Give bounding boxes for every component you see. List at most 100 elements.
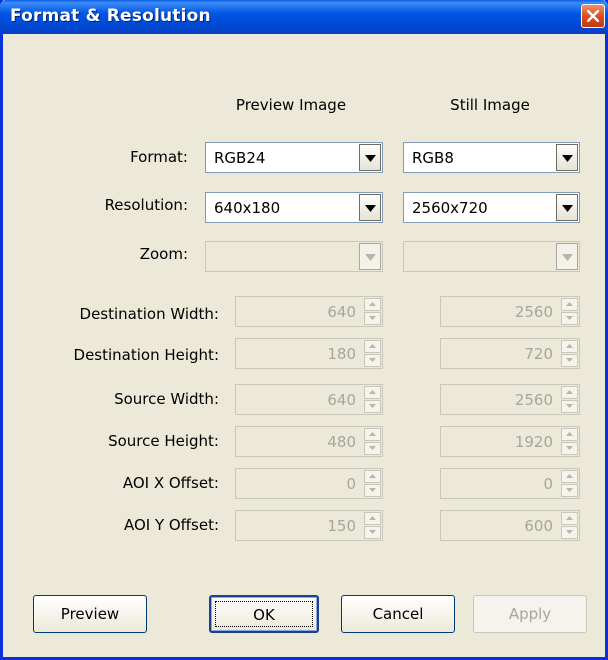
spin-down-button: [364, 312, 381, 325]
preview-source-height-spinner: 480: [235, 426, 383, 457]
spin-down-button: [561, 312, 578, 325]
spin-up-icon: [369, 432, 376, 436]
spin-up-button: [364, 386, 381, 399]
cancel-button[interactable]: Cancel: [341, 595, 455, 633]
chevron-down-icon: [562, 155, 573, 162]
title-bar[interactable]: Format & Resolution: [0, 0, 608, 34]
spin-down-button: [561, 484, 578, 497]
preview-button[interactable]: Preview: [33, 595, 147, 633]
source-width-label: Source Width:: [114, 390, 219, 408]
still-resolution-value: 2560x720: [412, 199, 488, 217]
resolution-label: Resolution:: [104, 196, 188, 214]
close-button[interactable]: [581, 4, 605, 28]
spin-down-button: [561, 354, 578, 367]
chevron-down-icon: [562, 205, 573, 212]
spin-up-icon: [369, 302, 376, 306]
spin-up-icon: [566, 474, 573, 478]
preview-destination-height-spinner: 180: [235, 338, 383, 369]
aoi-x-offset-label: AOI X Offset:: [122, 474, 219, 492]
spinner-value: 1920: [514, 433, 553, 451]
still-image-header: Still Image: [450, 96, 530, 114]
spin-up-icon: [566, 432, 573, 436]
spin-down-icon: [566, 446, 573, 450]
spinner-value: 480: [327, 433, 356, 451]
spin-down-icon: [566, 316, 573, 320]
spin-up-icon: [566, 516, 573, 520]
spinner-value: 0: [346, 475, 356, 493]
spin-up-icon: [566, 344, 573, 348]
spin-down-icon: [566, 358, 573, 362]
destination-width-label: Destination Width:: [79, 305, 219, 323]
close-icon: [587, 10, 599, 22]
spin-up-button: [561, 512, 578, 525]
spin-down-button: [364, 400, 381, 413]
chevron-down-icon: [365, 205, 376, 212]
still-aoi-y-offset-spinner: 600: [440, 510, 580, 541]
spin-up-button: [561, 470, 578, 483]
spin-up-button: [364, 470, 381, 483]
still-zoom-dropdown-button: [556, 243, 578, 270]
spin-up-button: [561, 298, 578, 311]
spin-down-icon: [369, 488, 376, 492]
spin-down-icon: [369, 316, 376, 320]
spin-up-icon: [369, 474, 376, 478]
preview-aoi-x-offset-spinner: 0: [235, 468, 383, 499]
still-format-select[interactable]: RGB8: [403, 142, 580, 173]
spin-down-button: [364, 354, 381, 367]
spin-up-icon: [369, 516, 376, 520]
spin-up-button: [364, 512, 381, 525]
spin-down-icon: [566, 530, 573, 534]
spin-up-icon: [369, 344, 376, 348]
chevron-down-icon: [365, 155, 376, 162]
still-destination-height-spinner: 720: [440, 338, 580, 369]
spinner-value: 0: [543, 475, 553, 493]
spinner-value: 150: [327, 517, 356, 535]
spin-down-button: [561, 442, 578, 455]
spinner-value: 180: [327, 345, 356, 363]
aoi-y-offset-label: AOI Y Offset:: [123, 516, 219, 534]
still-source-height-spinner: 1920: [440, 426, 580, 457]
preview-resolution-select[interactable]: 640x180: [205, 192, 383, 223]
spin-up-button: [364, 340, 381, 353]
still-resolution-dropdown-button[interactable]: [556, 194, 578, 221]
spin-down-button: [364, 484, 381, 497]
source-height-label: Source Height:: [108, 432, 219, 450]
still-zoom-select: [403, 241, 580, 272]
preview-zoom-select: [205, 241, 383, 272]
zoom-label: Zoom:: [139, 245, 188, 263]
spin-down-button: [364, 442, 381, 455]
preview-format-dropdown-button[interactable]: [359, 144, 381, 171]
preview-zoom-dropdown-button: [359, 243, 381, 270]
spin-down-icon: [566, 488, 573, 492]
ok-button[interactable]: OK: [209, 595, 319, 633]
spin-down-icon: [369, 404, 376, 408]
still-resolution-select[interactable]: 2560x720: [403, 192, 580, 223]
spin-up-icon: [566, 302, 573, 306]
chevron-down-icon: [365, 254, 376, 261]
spinner-value: 600: [524, 517, 553, 535]
spin-down-icon: [369, 530, 376, 534]
spinner-value: 2560: [514, 303, 553, 321]
format-resolution-dialog: Format & Resolution Preview Image Still …: [0, 0, 608, 660]
still-source-width-spinner: 2560: [440, 384, 580, 415]
spinner-value: 640: [327, 391, 356, 409]
preview-image-header: Preview Image: [235, 96, 347, 114]
still-format-value: RGB8: [412, 149, 454, 167]
preview-resolution-dropdown-button[interactable]: [359, 194, 381, 221]
spin-down-button: [561, 400, 578, 413]
preview-format-value: RGB24: [214, 149, 266, 167]
chevron-down-icon: [562, 254, 573, 261]
preview-format-select[interactable]: RGB24: [205, 142, 383, 173]
preview-destination-width-spinner: 640: [235, 296, 383, 327]
spin-down-button: [364, 526, 381, 539]
preview-source-width-spinner: 640: [235, 384, 383, 415]
spin-up-icon: [369, 390, 376, 394]
spin-up-icon: [566, 390, 573, 394]
spin-down-icon: [566, 404, 573, 408]
destination-height-label: Destination Height:: [73, 346, 219, 364]
spinner-value: 640: [327, 303, 356, 321]
spin-up-button: [561, 386, 578, 399]
spin-up-button: [561, 428, 578, 441]
still-aoi-x-offset-spinner: 0: [440, 468, 580, 499]
still-format-dropdown-button[interactable]: [556, 144, 578, 171]
